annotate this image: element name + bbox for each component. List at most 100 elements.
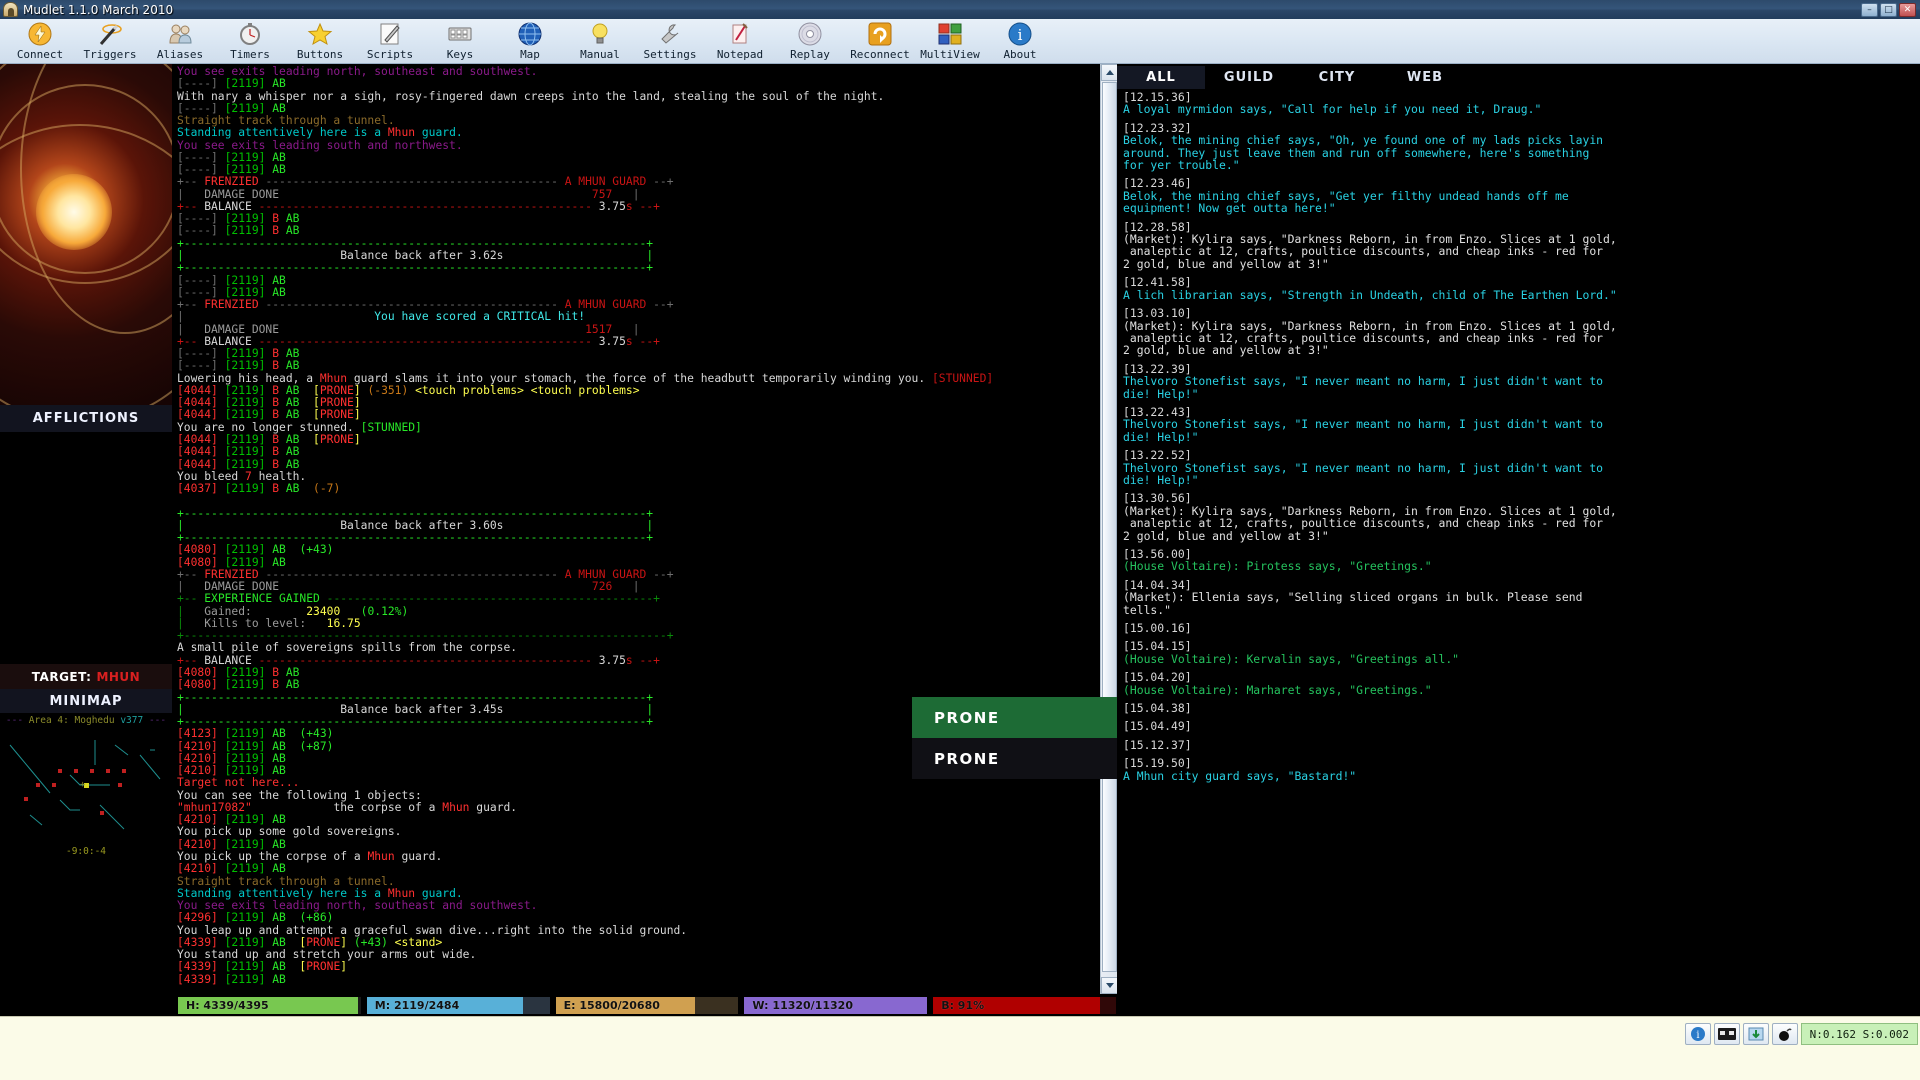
toolbar-button-buttons[interactable]: Buttons (286, 19, 354, 63)
chat-tab-all[interactable]: ALL (1117, 66, 1205, 89)
keyboard-small-icon[interactable] (1713, 1023, 1740, 1045)
toolbar-button-triggers[interactable]: Triggers (76, 19, 144, 63)
svg-text:i: i (1018, 26, 1023, 44)
console-text-run: 23400 (306, 604, 341, 618)
console-text-run: AB (285, 666, 300, 680)
console-text-run: DAMAGE DONE (204, 187, 280, 201)
game-output-console[interactable]: You see exits leading north, southeast a… (172, 64, 1117, 994)
console-text-run: You stand up and stretch your arms out w… (177, 948, 477, 962)
console-text-run: You see exits leading north, southeast a… (177, 899, 538, 913)
gauge-balance: B: 91% (932, 995, 1117, 1015)
chat-tab-city[interactable]: CITY (1293, 66, 1381, 89)
console-text-run: B (272, 359, 286, 373)
chat-tab-guild[interactable]: GUILD (1205, 66, 1293, 89)
toolbar-button-timers[interactable]: Timers (216, 19, 284, 63)
toolbar-button-scripts[interactable]: Scripts (356, 19, 424, 63)
scrollbar-thumb[interactable] (1102, 82, 1117, 972)
toolbar-button-label: Notepad (716, 48, 764, 61)
console-text-run: Target not here... (177, 776, 300, 790)
console-text-run: guard. (394, 850, 443, 863)
console-text-run: --+ (632, 199, 660, 213)
toolbar-button-aliases[interactable]: Aliases (146, 19, 214, 63)
console-text-run: Standing attentively here is a (177, 886, 388, 900)
console-text-run: (+43) (299, 727, 334, 741)
console-text-run: | (646, 702, 654, 716)
svg-text:+: + (80, 780, 86, 790)
info-icon[interactable]: i (1684, 1023, 1711, 1045)
console-text-run: AB (285, 212, 300, 226)
about-info-icon: i (1007, 21, 1033, 47)
toolbar-button-multiview[interactable]: MultiView (916, 19, 984, 63)
window-title-bar: Mudlet 1.1.0 March 2010 – □ ✕ (0, 0, 1920, 19)
chat-message: [15.00.16] (1123, 622, 1914, 640)
left-sidebar: AFFLICTIONS TARGET: MHUN MINIMAP --- Are… (0, 64, 172, 994)
console-text-run: +---------------------------------------… (177, 261, 654, 275)
lightning-bolt-icon (27, 21, 53, 47)
scroll-down-arrow-icon[interactable] (1101, 977, 1118, 994)
toolbar-button-settings[interactable]: Settings (636, 19, 704, 63)
console-text-run: (-7) (313, 482, 341, 496)
close-button[interactable]: ✕ (1899, 2, 1916, 17)
toolbar-button-connect[interactable]: Connect (6, 19, 74, 63)
toolbar-button-replay[interactable]: Replay (776, 19, 844, 63)
console-text-run: [2119] (224, 862, 273, 876)
console-text-run: +---------------------------------------… (177, 629, 674, 643)
console-text-run: PRONE (319, 383, 354, 397)
console-text-run: You see exits leading south and northwes… (177, 138, 463, 152)
scroll-up-arrow-icon[interactable] (1101, 64, 1118, 81)
console-text-run: "mhun17082" (177, 800, 252, 814)
console-text-run: [----] (177, 163, 225, 177)
toolbar-button-keys[interactable]: Keys (426, 19, 494, 63)
toolbar-button-notepad[interactable]: Notepad (706, 19, 774, 63)
toolbar-button-about[interactable]: i About (986, 19, 1054, 63)
chat-message: [14.04.34] (Market): Ellenia says, "Selli… (1123, 578, 1914, 622)
chat-messages[interactable]: [12.15.36] A loyal myrmidon says, "Call f… (1117, 91, 1920, 994)
minimap-graph: + (9, 740, 161, 830)
console-text-run: [4080] (177, 666, 225, 680)
toolbar-button-reconnect[interactable]: Reconnect (846, 19, 914, 63)
download-window-icon[interactable] (1742, 1023, 1769, 1045)
toolbar-button-manual[interactable]: Manual (566, 19, 634, 63)
console-text-run: --+ (632, 653, 660, 667)
gauge-mana: M: 2119/2484 (365, 995, 551, 1015)
console-text-run: +-- (177, 653, 205, 667)
toolbar-button-label: Buttons (296, 48, 344, 61)
console-text-run: ] (353, 396, 361, 410)
console-text-run: +---------------------------------------… (177, 690, 654, 704)
chat-timestamp: [15.04.20] (1123, 670, 1192, 685)
target-label: TARGET: (31, 669, 92, 684)
console-text-run: [4210] (177, 764, 225, 778)
console-text-run: [2119] (224, 911, 273, 925)
vitals-gauges: H: 4339/4395 M: 2119/2484 E: 15800/20680 W:… (172, 994, 1117, 1016)
console-text-run (286, 740, 300, 753)
console-text-run: [2119] (224, 396, 273, 410)
console-line: [4339] [2119] AB (177, 973, 1117, 986)
console-scrollbar[interactable] (1100, 64, 1118, 994)
console-text-run: Mhun (319, 371, 348, 385)
console-text-run: [4296] (177, 911, 225, 925)
console-text-run: [ (285, 960, 307, 974)
gauge-endurance: E: 15800/20680 (554, 995, 740, 1015)
console-text-run: ----------------------------------------… (319, 592, 660, 606)
console-text-run: [4044] (177, 457, 225, 471)
decorative-sun-artwork (0, 64, 172, 405)
console-text-run: 3.75 (598, 334, 626, 348)
chat-tab-web[interactable]: WEB (1381, 66, 1469, 89)
minimap-panel[interactable]: --- Area 4: Moghedu v377 --- + -9:0:-4 (0, 713, 172, 859)
console-text-run: <stand> (387, 935, 443, 949)
console-text-run: AB (285, 408, 300, 422)
console-text-run: B (272, 396, 286, 410)
main-toolbar: Connect Triggers Aliases Timers Buttons Scrip… (0, 19, 1920, 64)
lightbulb-icon (587, 21, 613, 47)
toolbar-button-map[interactable]: Map (496, 19, 564, 63)
console-text-run: Balance back after 3.60s (183, 518, 647, 532)
minimap-header: MINIMAP (0, 689, 172, 713)
minimize-button[interactable]: – (1861, 2, 1878, 17)
console-text-run: AB (285, 457, 300, 471)
maximize-button[interactable]: □ (1880, 2, 1897, 17)
console-text-run: [2119] (224, 739, 273, 753)
console-text-run: [ (299, 396, 320, 410)
afflictions-list (0, 432, 172, 664)
console-text-run: (0.12%) (340, 604, 409, 618)
bomb-icon[interactable] (1771, 1023, 1798, 1045)
